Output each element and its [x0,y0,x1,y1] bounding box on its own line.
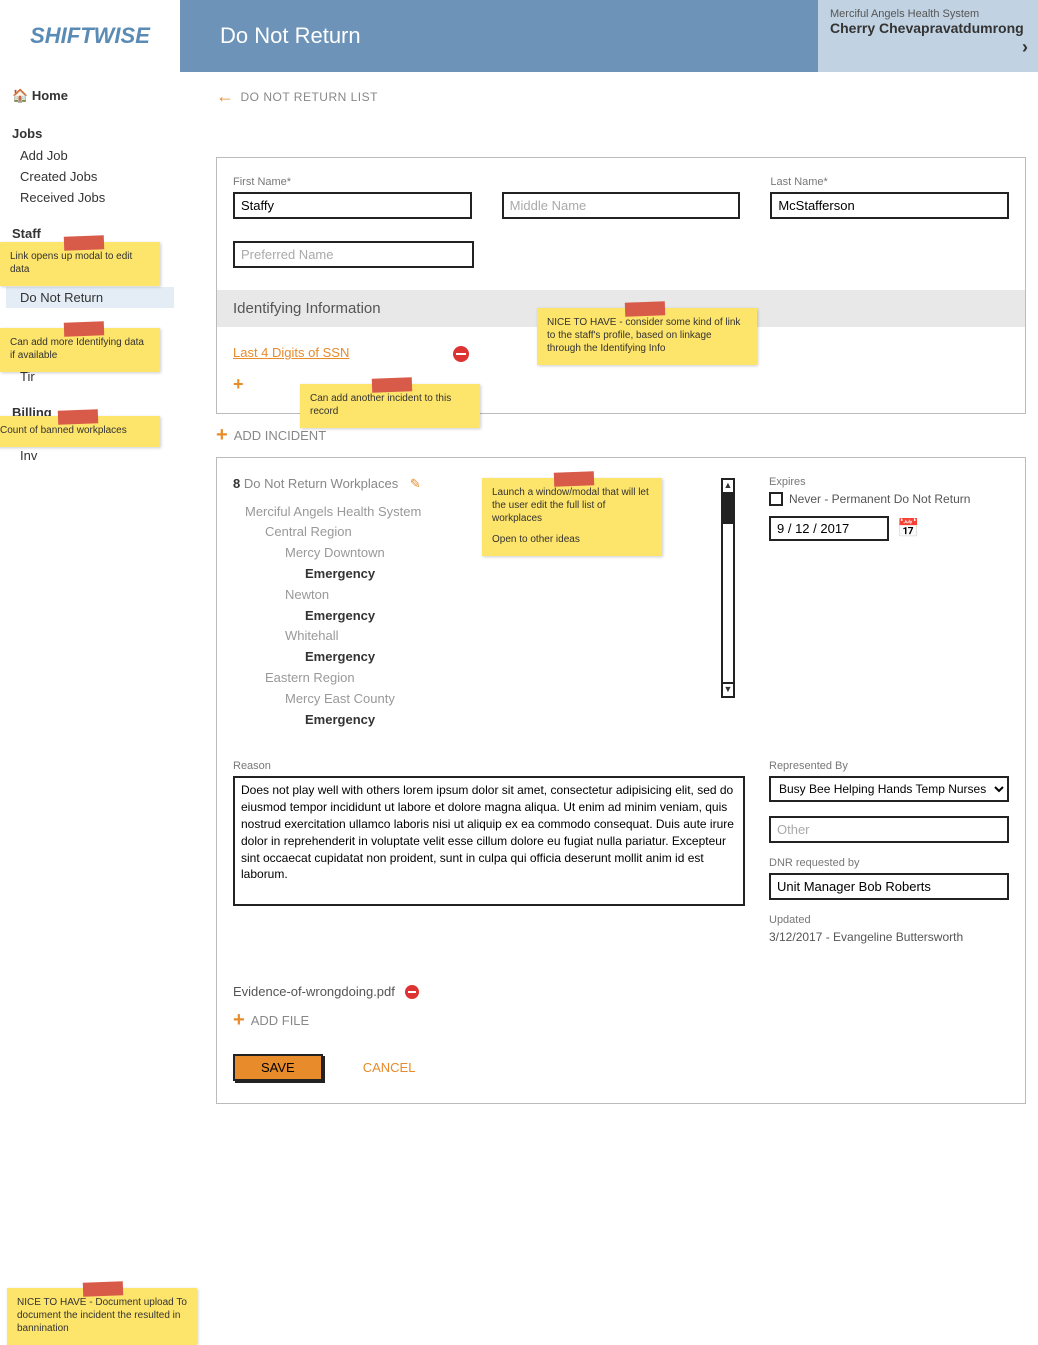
middle-name-input[interactable] [502,192,741,219]
sidebar: 🏠 Home Jobs Add Job Created Jobs Receive… [0,72,180,1124]
file-name: Evidence-of-wrongdoing.pdf [233,984,395,999]
sticky-document-upload: NICE TO HAVE - Document upload To docume… [7,1288,197,1345]
page-title: Do Not Return [220,23,361,49]
never-label: Never - Permanent Do Not Return [789,492,970,506]
back-link[interactable]: ← DO NOT RETURN LIST [216,86,1026,107]
scroll-thumb[interactable] [723,494,733,524]
tree-node: Mercy East County [285,689,1009,710]
tree-node: Eastern Region [265,668,1009,689]
chevron-right-icon: › [1022,37,1028,58]
nav-do-not-return[interactable]: Do Not Return [6,287,174,308]
sticky-profile-link: NICE TO HAVE - consider some kind of lin… [537,308,757,365]
first-name-input[interactable] [233,192,472,219]
updated-value: 3/12/2017 - Evangeline Buttersworth [769,930,1009,944]
reason-textarea[interactable] [233,776,745,906]
expires-label: Expires [769,476,1009,488]
incident-panel: 8 Do Not Return Workplaces ✎ Merciful An… [216,457,1026,1105]
save-button[interactable]: SAVE [233,1054,323,1081]
nav-billing-2[interactable]: Inv [6,445,174,466]
nav-created-jobs[interactable]: Created Jobs [6,166,174,187]
tree-node: Newton [285,585,1009,606]
name-panel: First Name* Middle Name Last Name* Ident… [216,157,1026,414]
never-checkbox[interactable] [769,492,783,506]
add-identifying-icon[interactable]: + [233,374,244,394]
scroll-up-icon[interactable]: ▲ [723,480,733,494]
represented-label: Represented By [769,760,1009,772]
edit-workplaces-icon[interactable]: ✎ [410,476,421,491]
sticky-count: Count of banned workplaces [0,416,160,447]
cancel-button[interactable]: CANCEL [363,1060,416,1075]
preferred-name-input[interactable] [233,241,474,268]
remove-file-icon[interactable] [405,985,419,999]
nav-received-jobs[interactable]: Received Jobs [6,187,174,208]
sticky-add-incident: Can add another incident to this record [300,384,480,428]
scroll-down-icon[interactable]: ▼ [723,682,733,696]
logo-text: SHIFTWISE [30,23,150,49]
updated-label: Updated [769,914,1009,926]
tree-node: Emergency [305,564,1009,585]
add-file-link[interactable]: + ADD FILE [233,1009,1009,1032]
plus-icon: + [216,424,228,447]
dnr-req-input[interactable] [769,873,1009,900]
user-name: Cherry Chevapravatdumrong [830,20,1026,36]
org-name: Merciful Angels Health System [830,8,1026,20]
calendar-icon[interactable]: 📅 [897,518,919,539]
user-menu[interactable]: Merciful Angels Health System Cherry Che… [818,0,1038,72]
tree-node: Emergency [305,647,1009,668]
tree-node: Whitehall [285,626,1009,647]
sticky-add-identifying: Can add more Identifying data if availab… [0,328,160,372]
title-bar: Do Not Return [180,0,818,72]
first-name-label: First Name* [233,176,472,188]
dnr-req-label: DNR requested by [769,857,1009,869]
logo-area: SHIFTWISE [0,0,180,72]
tree-node: Emergency [305,710,1009,731]
tree-node: Emergency [305,606,1009,627]
sticky-edit-workplaces: Launch a window/modal that will let the … [482,478,662,556]
nav-jobs-header: Jobs [6,122,174,145]
represented-select[interactable]: Busy Bee Helping Hands Temp Nurses [769,776,1009,802]
reason-label: Reason [233,760,745,772]
ssn-link[interactable]: Last 4 Digits of SSN [233,345,349,360]
sticky-modal-link: Link opens up modal to edit data [0,242,160,286]
last-name-label: Last Name* [770,176,1009,188]
other-input[interactable] [769,816,1009,843]
last-name-input[interactable] [770,192,1009,219]
nav-home[interactable]: 🏠 Home [6,84,174,108]
scrollbar[interactable]: ▲ ▼ [721,478,735,698]
expires-date-input[interactable] [769,516,889,541]
plus-icon: + [233,1009,245,1032]
nav-add-job[interactable]: Add Job [6,145,174,166]
remove-ssn-icon[interactable] [453,346,469,362]
arrow-left-icon: ← [216,86,235,107]
